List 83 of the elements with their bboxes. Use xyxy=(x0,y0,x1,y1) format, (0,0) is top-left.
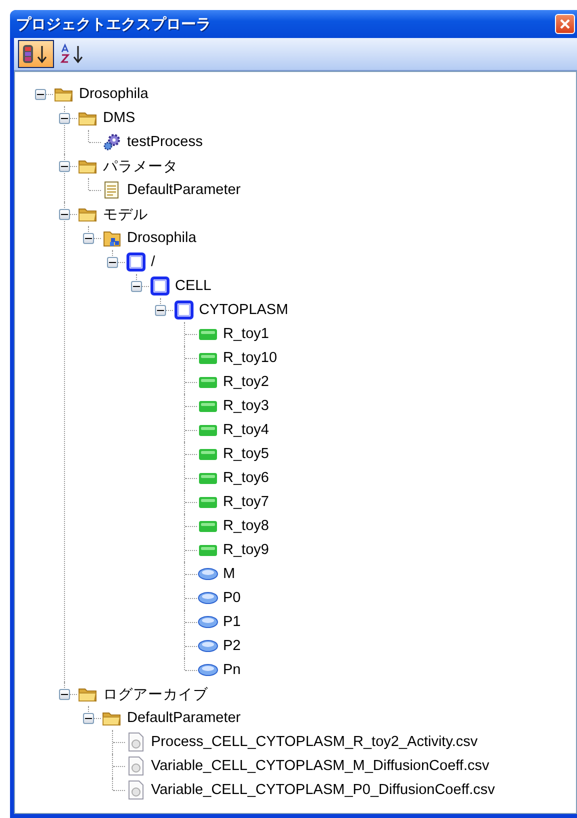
collapse-button[interactable] xyxy=(59,689,70,700)
minus-icon xyxy=(61,691,68,698)
bar-icon xyxy=(198,423,218,437)
window-title: プロジェクトエクスプローラ xyxy=(15,14,211,34)
bar-icon xyxy=(198,543,218,557)
tree-item[interactable]: Drosophila xyxy=(75,86,152,102)
folder-icon xyxy=(78,206,98,222)
bar-icon xyxy=(198,519,218,533)
bar-icon xyxy=(198,447,218,461)
collapse-button[interactable] xyxy=(35,89,46,100)
bar-icon xyxy=(198,399,218,413)
square-icon xyxy=(174,300,194,320)
minus-icon xyxy=(133,283,140,290)
folder-icon xyxy=(102,710,122,726)
minus-icon xyxy=(61,211,68,218)
ellipse-icon xyxy=(197,639,219,653)
close-icon xyxy=(559,18,571,30)
tree-item[interactable]: Drosophila xyxy=(123,230,200,246)
file-icon xyxy=(127,780,145,800)
tree-item[interactable]: R_toy4 xyxy=(219,422,273,438)
collapse-button[interactable] xyxy=(59,113,70,124)
tree-item[interactable]: testProcess xyxy=(123,134,207,150)
tree-item[interactable]: DefaultParameter xyxy=(123,182,245,198)
minus-icon xyxy=(85,235,92,242)
tree-item[interactable]: P0 xyxy=(219,590,245,606)
tree-item[interactable]: CYTOPLASM xyxy=(195,302,292,318)
bar-icon xyxy=(198,375,218,389)
tree-item[interactable]: モデル xyxy=(99,204,152,224)
collapse-button[interactable] xyxy=(155,305,166,316)
minus-icon xyxy=(109,259,116,266)
bar-icon xyxy=(198,495,218,509)
ellipse-icon xyxy=(197,591,219,605)
ellipse-icon xyxy=(197,567,219,581)
file-icon xyxy=(127,732,145,752)
folder-icon xyxy=(78,110,98,126)
minus-icon xyxy=(37,91,44,98)
tree-item[interactable]: P2 xyxy=(219,638,245,654)
minus-icon xyxy=(61,163,68,170)
sort-category-button[interactable] xyxy=(18,40,54,68)
bar-icon xyxy=(198,351,218,365)
folder-icon xyxy=(54,86,74,102)
tree-item[interactable]: ログアーカイブ xyxy=(99,684,212,704)
folder-icon xyxy=(78,686,98,702)
minus-icon xyxy=(85,715,92,722)
tree-item[interactable]: Variable_CELL_CYTOPLASM_M_DiffusionCoeff.csv xyxy=(147,758,494,774)
tree-item[interactable]: DefaultParameter xyxy=(123,710,245,726)
tree-item[interactable]: R_toy6 xyxy=(219,470,273,486)
collapse-button[interactable] xyxy=(107,257,118,268)
collapse-button[interactable] xyxy=(59,161,70,172)
bar-icon xyxy=(198,471,218,485)
tree-item[interactable]: R_toy8 xyxy=(219,518,273,534)
tree-item[interactable]: R_toy10 xyxy=(219,350,282,366)
ellipse-icon xyxy=(197,615,219,629)
tree-item[interactable]: Variable_CELL_CYTOPLASM_P0_DiffusionCoeff.csv xyxy=(147,782,499,798)
tree-item[interactable]: R_toy5 xyxy=(219,446,273,462)
file-icon xyxy=(127,756,145,776)
collapse-button[interactable] xyxy=(83,233,94,244)
document-icon xyxy=(103,181,121,199)
tree-item[interactable]: DMS xyxy=(99,110,140,126)
folder-icon xyxy=(78,158,98,174)
tree-item[interactable]: R_toy1 xyxy=(219,326,273,342)
tree-item[interactable]: P1 xyxy=(219,614,245,630)
square-icon xyxy=(150,276,170,296)
tree-item[interactable]: CELL xyxy=(171,278,216,294)
square-icon xyxy=(126,252,146,272)
tree-item[interactable]: Process_CELL_CYTOPLASM_R_toy2_Activity.csv xyxy=(147,734,482,750)
tree-item[interactable]: R_toy2 xyxy=(219,374,273,390)
tree-item[interactable]: R_toy9 xyxy=(219,542,273,558)
tree-item[interactable]: R_toy7 xyxy=(219,494,273,510)
collapse-button[interactable] xyxy=(131,281,142,292)
minus-icon xyxy=(157,307,164,314)
collapse-button[interactable] xyxy=(59,209,70,220)
ellipse-icon xyxy=(197,663,219,677)
tree-item[interactable]: Pn xyxy=(219,662,245,678)
collapse-button[interactable] xyxy=(83,713,94,724)
tree-item[interactable]: R_toy3 xyxy=(219,398,273,414)
bar-icon xyxy=(198,327,218,341)
close-button[interactable] xyxy=(555,14,575,34)
tree-item[interactable]: / xyxy=(147,254,160,270)
gear-icon xyxy=(102,133,122,151)
tree-item[interactable]: M xyxy=(219,566,240,582)
minus-icon xyxy=(61,115,68,122)
tree-item[interactable]: パラメータ xyxy=(99,156,182,176)
